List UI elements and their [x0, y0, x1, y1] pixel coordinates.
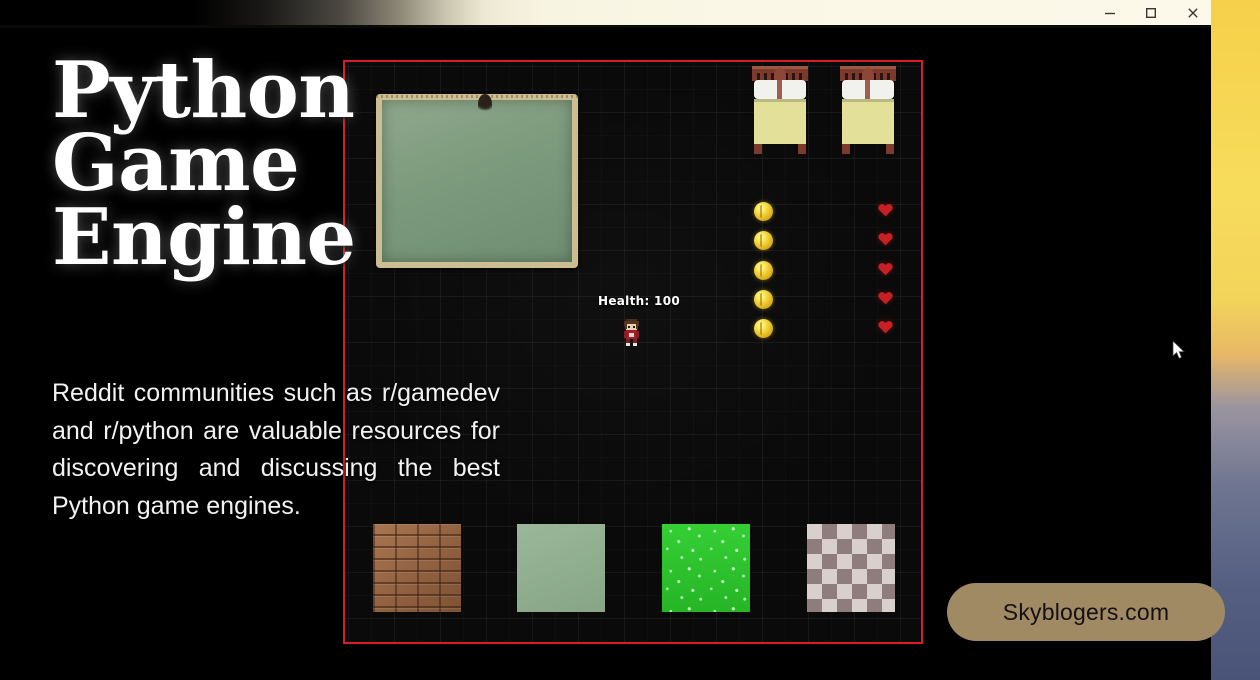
- bed-blanket: [754, 99, 806, 144]
- minimize-icon: [1103, 6, 1117, 20]
- coin-sprite: [754, 202, 773, 221]
- heart-icon: [878, 203, 893, 217]
- watermark-text: Skyblogers.com: [1002, 598, 1170, 625]
- bed-sprite: [750, 66, 810, 154]
- checkered-floor-tile: [807, 524, 895, 612]
- watermark-badge: Skyblogers.com: [947, 583, 1225, 641]
- bed-leg: [754, 144, 762, 154]
- bed-pillows: [842, 80, 894, 99]
- bed-leg: [798, 144, 806, 154]
- grass-tile: [662, 524, 750, 612]
- close-icon: [1186, 6, 1200, 20]
- bed-blanket: [842, 99, 894, 144]
- window-title-bar[interactable]: [0, 0, 1211, 25]
- heart-icon: [878, 320, 893, 334]
- coin-sprite: [754, 231, 773, 250]
- maximize-button[interactable]: [1129, 0, 1173, 25]
- plain-green-tile: [517, 524, 605, 612]
- chalkboard-hook-icon: [478, 94, 492, 114]
- coin-sprite: [754, 290, 773, 309]
- chalkboard-object: [376, 94, 578, 268]
- maximize-icon: [1144, 6, 1158, 20]
- slide-text-panel: [0, 28, 345, 680]
- coin-sprite: [754, 261, 773, 280]
- coin-sprite: [754, 319, 773, 338]
- heart-icon: [878, 262, 893, 276]
- application-window: Python Game Engine Reddit communities su…: [0, 0, 1211, 680]
- heart-icon: [878, 291, 893, 305]
- game-canvas[interactable]: Health: 100: [343, 60, 923, 644]
- health-status-text: Health: 100: [598, 294, 680, 308]
- bed-leg: [886, 144, 894, 154]
- player-character-sprite: [621, 317, 642, 347]
- minimize-button[interactable]: [1088, 0, 1132, 25]
- bed-sprite: [838, 66, 898, 154]
- heart-icon: [878, 232, 893, 246]
- screenshot-root: Python Game Engine Reddit communities su…: [0, 0, 1260, 680]
- brick-wall-tile: [373, 524, 461, 612]
- close-button[interactable]: [1171, 0, 1211, 25]
- bed-leg: [842, 144, 850, 154]
- bed-pillows: [754, 80, 806, 99]
